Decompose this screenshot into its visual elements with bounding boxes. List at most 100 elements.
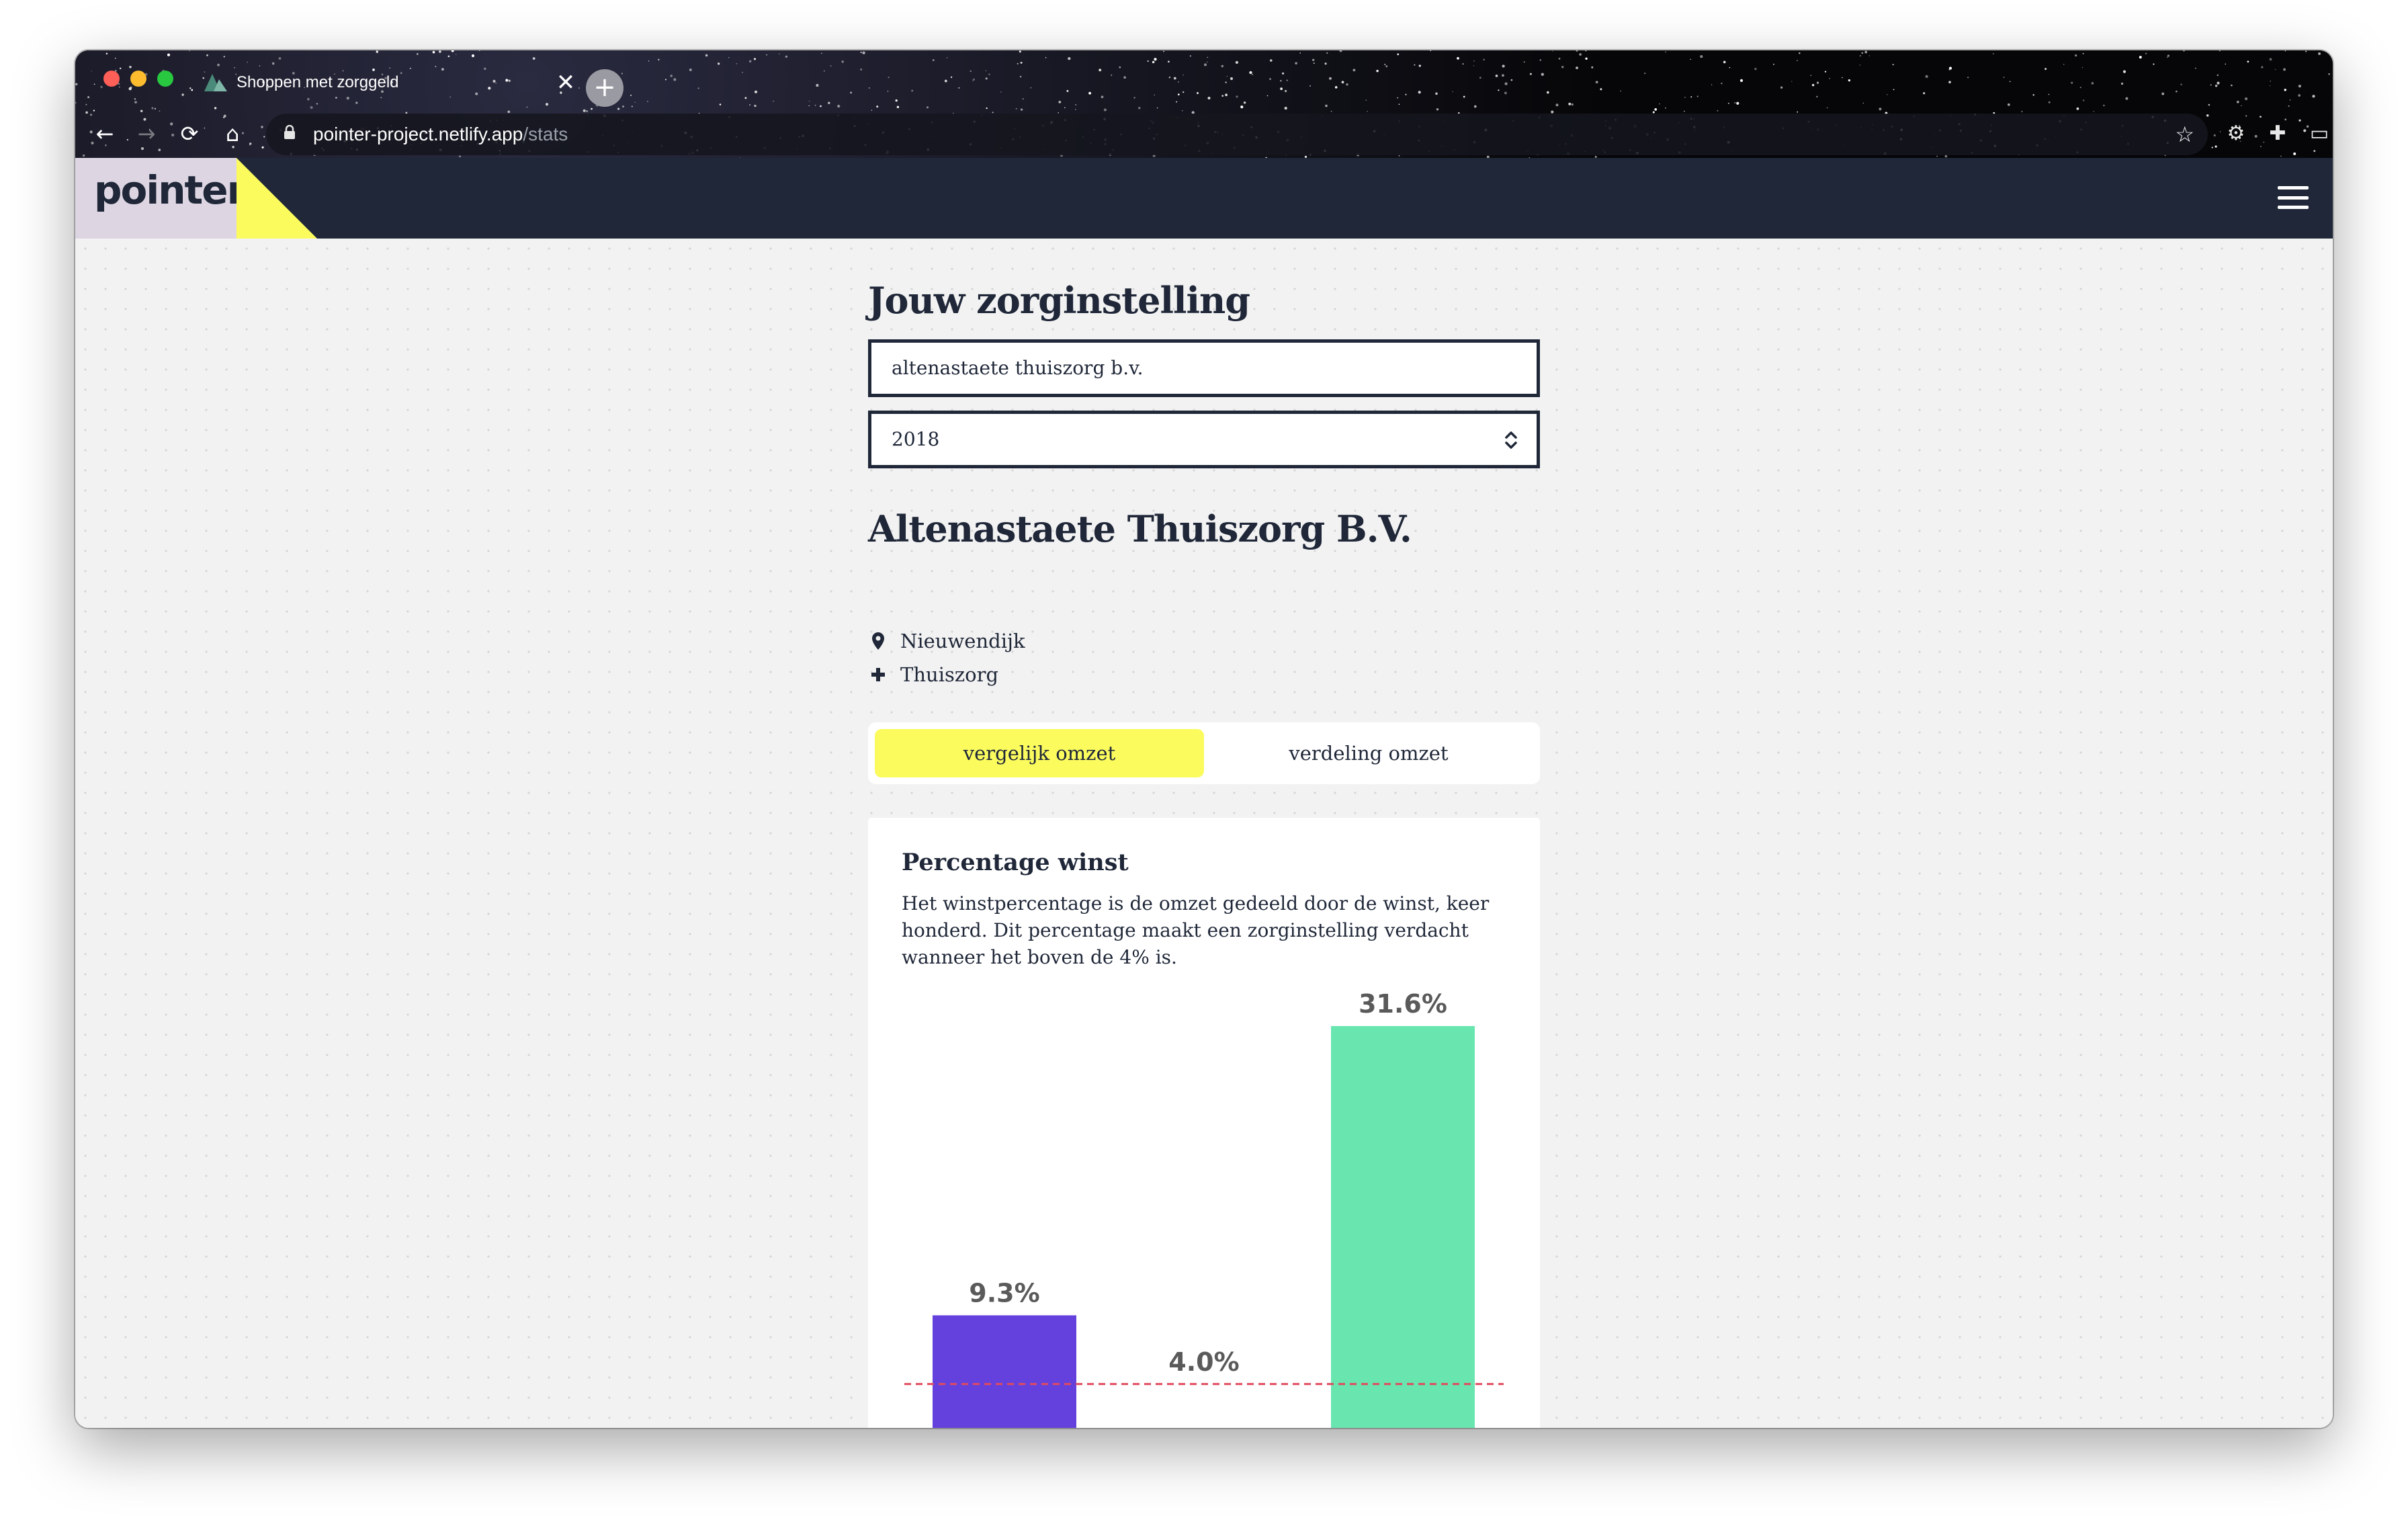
star-dot: [2167, 54, 2169, 57]
star-dot: [1510, 79, 1513, 81]
home-icon[interactable]: ⌂: [218, 119, 247, 148]
star-dot: [816, 83, 819, 87]
star-dot: [1829, 78, 1830, 79]
star-dot: [75, 83, 78, 86]
star-dot: [1266, 95, 1268, 97]
star-dot: [1221, 65, 1224, 68]
star-dot: [181, 93, 184, 96]
settings-gear-icon[interactable]: ⚙: [2223, 120, 2249, 147]
star-dot: [1868, 55, 1870, 56]
star-dot: [591, 108, 593, 110]
star-dot: [1252, 74, 1253, 75]
star-dot: [1066, 89, 1069, 92]
chart-bar: [1132, 1384, 1276, 1428]
star-dot: [1022, 97, 1025, 100]
star-dot: [2081, 67, 2083, 69]
cast-icon[interactable]: ▭: [2306, 120, 2333, 147]
address-bar[interactable]: pointer-project.netlify.app /stats ☆: [266, 114, 2208, 155]
back-arrow-icon[interactable]: ←: [90, 119, 120, 148]
reload-icon[interactable]: ⟳: [175, 119, 204, 148]
star-dot: [1236, 95, 1238, 98]
star-dot: [1721, 82, 1723, 85]
organization-category: Thuiszorg: [868, 663, 998, 686]
year-select-value: 2018: [892, 428, 940, 450]
organization-search-input[interactable]: altenastaete thuiszorg b.v.: [868, 339, 1540, 397]
forward-arrow-icon[interactable]: →: [132, 119, 161, 148]
star-dot: [1138, 107, 1141, 110]
star-dot: [748, 60, 752, 63]
star-dot: [1418, 65, 1421, 67]
tab-compare-revenue[interactable]: vergelijk omzet: [875, 729, 1204, 777]
star-dot: [2048, 93, 2050, 95]
star-dot: [946, 57, 948, 58]
select-updown-icon: [1505, 431, 1517, 449]
tab-close-icon[interactable]: ✕: [554, 69, 578, 96]
star-dot: [451, 50, 454, 52]
star-dot: [1826, 107, 1828, 109]
star-dot: [129, 65, 132, 69]
star-dot: [128, 87, 132, 91]
close-window-button[interactable]: [103, 71, 120, 87]
menu-hamburger-icon[interactable]: [2278, 186, 2309, 209]
star-dot: [1734, 102, 1736, 103]
site-header: pointer: [75, 158, 2333, 239]
star-dot: [1295, 62, 1297, 65]
bookmark-star-icon[interactable]: ☆: [2175, 122, 2194, 147]
star-dot: [1797, 60, 1798, 61]
star-dot: [1576, 67, 1578, 69]
star-dot: [808, 100, 810, 102]
star-dot: [1879, 108, 1882, 111]
star-dot: [744, 97, 747, 99]
star-dot: [1000, 91, 1002, 93]
star-dot: [785, 55, 788, 58]
star-dot: [985, 77, 988, 80]
browser-tab[interactable]: Shoppen met zorggeld ✕: [195, 64, 578, 101]
minimize-window-button[interactable]: [130, 71, 146, 87]
year-select[interactable]: 2018: [868, 411, 1540, 468]
star-dot: [697, 87, 699, 89]
star-dot: [1848, 79, 1851, 82]
tab-revenue-distribution[interactable]: verdeling omzet: [1204, 729, 1533, 777]
star-dot: [2145, 52, 2147, 54]
star-dot: [1269, 78, 1271, 80]
star-dot: [926, 106, 929, 109]
star-dot: [2048, 101, 2051, 103]
star-dot: [2214, 84, 2218, 87]
star-dot: [837, 104, 841, 108]
star-dot: [1168, 60, 1170, 63]
star-dot: [1177, 93, 1180, 95]
star-dot: [1284, 89, 1287, 93]
star-dot: [911, 89, 914, 92]
star-dot: [860, 68, 863, 71]
chart-bar: [1331, 1026, 1475, 1428]
maximize-window-button[interactable]: [157, 71, 173, 87]
card-description: Het winstpercentage is de omzet gedeeld …: [902, 892, 1490, 968]
star-dot: [2063, 63, 2065, 65]
url-path: /stats: [523, 124, 568, 144]
organization-name: Altenastaete Thuiszorg B.V.: [868, 507, 1412, 550]
star-dot: [1397, 53, 1400, 56]
star-dot: [1659, 103, 1660, 105]
logo[interactable]: pointer: [75, 158, 246, 239]
extensions-puzzle-icon[interactable]: ✚: [2264, 120, 2291, 147]
star-dot: [985, 70, 987, 72]
star-dot: [578, 87, 580, 89]
star-dot: [167, 53, 171, 56]
star-dot: [1221, 95, 1224, 97]
new-tab-button[interactable]: +: [586, 69, 624, 107]
star-dot: [630, 94, 632, 96]
star-dot: [2261, 66, 2264, 69]
star-dot: [1325, 104, 1328, 108]
star-dot: [1644, 73, 1646, 75]
star-dot: [2288, 105, 2290, 108]
star-dot: [1324, 62, 1327, 65]
star-dot: [1015, 108, 1017, 110]
star-dot: [2274, 69, 2276, 71]
star-dot: [1791, 81, 1793, 82]
star-dot: [278, 56, 282, 60]
star-dot: [689, 68, 692, 71]
star-dot: [754, 104, 757, 108]
star-dot: [717, 62, 720, 65]
star-dot: [1341, 81, 1344, 84]
star-dot: [1230, 77, 1234, 81]
